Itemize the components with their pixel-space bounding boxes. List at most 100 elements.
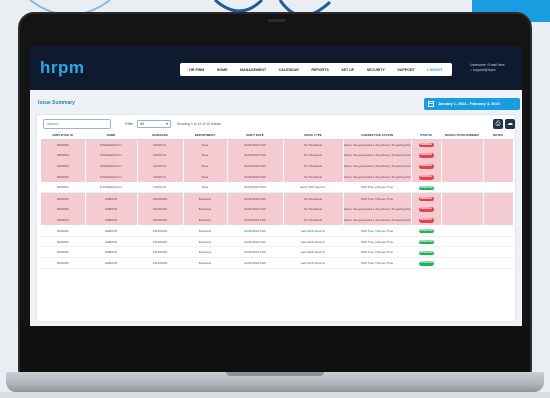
cell-manager: JOHNSON xyxy=(137,192,184,204)
table-row[interactable]: 0000000 FITZGERALD H. DAVIS M. Floor 01/01/2… xyxy=(41,171,514,183)
cell-corrective-action: Admin has generated a Timesheet | Timesh… xyxy=(343,214,412,226)
col-status[interactable]: STATUS xyxy=(411,132,442,140)
col-employee-id[interactable]: EMPLOYEE ID xyxy=(41,132,86,140)
status-badge[interactable]: PENDING xyxy=(418,142,434,148)
nav-calendar[interactable]: CALENDAR xyxy=(279,68,299,72)
nav-setup[interactable]: SET UP xyxy=(341,68,354,72)
status-badge[interactable]: PENDING xyxy=(418,164,434,169)
surface xyxy=(0,392,550,398)
main-content: Issue Summary January 1, 2024 - February… xyxy=(30,90,522,326)
issue-table: EMPLOYEE ID NAME MANAGER DEPARTMENT SHIF… xyxy=(41,132,514,270)
status-badge[interactable]: PENDING xyxy=(418,218,434,223)
app-logo[interactable]: hrpm xyxy=(40,58,85,78)
col-issue-type[interactable]: ISSUE TYPE xyxy=(283,132,344,140)
table-row[interactable]: 0000000 FITZGERALD H. DAVIS M. Floor 01/01/2… xyxy=(41,182,514,194)
status-badge[interactable]: PENDING xyxy=(418,175,434,180)
cell-corrective-action: Shift Time | Payout Time xyxy=(343,192,412,204)
cell-notes xyxy=(483,203,514,215)
table-row[interactable]: 0000000 LEBRON JOHNSON Business 01/01/2024 8… xyxy=(41,236,514,248)
cell-resolution-number xyxy=(441,139,484,150)
cell-manager: JOHNSON xyxy=(137,203,184,215)
cell-issue-type: No Timesheet xyxy=(283,192,344,204)
table-row[interactable]: 0000000 FITZGERALD H. DAVIS M. Floor 01/01/2… xyxy=(41,139,514,150)
cell-department: Business xyxy=(183,192,228,204)
nav-hr-firm[interactable]: HR FIRM xyxy=(189,68,204,72)
cell-corrective-action: Shift Time | Payout Time xyxy=(343,236,412,248)
filter-select[interactable]: All ▾ xyxy=(137,120,171,128)
cell-resolution-number xyxy=(441,236,484,248)
cell-notes xyxy=(483,171,514,183)
screen-bezel xyxy=(20,326,530,372)
date-range-button[interactable]: January 1, 2024 - February 3, 2024 xyxy=(424,98,520,110)
cell-shift-date: 01/01/2024 8:00 xyxy=(227,139,284,150)
cell-status: APPROVED xyxy=(411,257,442,270)
table-row[interactable]: 0000000 LEBRON JOHNSON Business 01/01/2024 8… xyxy=(41,257,514,270)
cell-name: LEBRON xyxy=(85,257,138,270)
cell-corrective-action: Admin has generated a Timesheet | Timesh… xyxy=(343,149,412,161)
cell-corrective-action: Shift Time | Payout Time xyxy=(343,246,412,259)
col-notes[interactable]: NOTES xyxy=(483,132,514,140)
table-row[interactable]: 0000000 LEBRON JOHNSON Business 01/01/2024 8… xyxy=(41,203,514,215)
status-badge[interactable]: APPROVED xyxy=(418,250,434,256)
cell-status: PENDING xyxy=(411,171,442,183)
cell-resolution-number xyxy=(441,203,484,215)
cell-department: Business xyxy=(183,214,228,226)
nav-home[interactable]: HOME xyxy=(217,68,228,72)
cell-employee-id: 0000000 xyxy=(41,225,86,237)
status-badge[interactable]: PENDING xyxy=(418,153,434,158)
table-row[interactable]: 0000000 FITZGERALD H. DAVIS M. Floor 01/01/2… xyxy=(41,149,514,161)
col-name[interactable]: NAME xyxy=(85,132,138,140)
cell-notes xyxy=(483,246,514,259)
cell-employee-id: 0000000 xyxy=(41,214,86,226)
cell-resolution-number xyxy=(441,214,484,226)
search-input[interactable] xyxy=(43,119,111,129)
status-badge[interactable]: APPROVED xyxy=(418,228,434,234)
cell-issue-type: No Timesheet xyxy=(283,214,344,226)
col-department[interactable]: DEPARTMENT xyxy=(183,132,228,140)
cell-name: FITZGERALD H. xyxy=(85,149,138,161)
nav-security[interactable]: SECURITY xyxy=(367,68,385,72)
cell-resolution-number xyxy=(441,171,484,183)
cell-notes xyxy=(483,214,514,226)
cell-shift-date: 01/01/2024 8:00 xyxy=(227,214,284,226)
entries-info: Showing 1 to 12 of 12 entries xyxy=(177,122,221,126)
table-row[interactable]: 0000000 FITZGERALD H. DAVIS M. Floor 01/01/2… xyxy=(41,160,514,172)
cell-status: PENDING xyxy=(411,192,442,204)
status-badge[interactable]: APPROVED xyxy=(418,239,434,245)
nav-management[interactable]: MANAGEMENT xyxy=(240,68,266,72)
cell-issue-type: Late Shift Clock In xyxy=(283,225,344,237)
cell-manager: JOHNSON xyxy=(137,225,184,237)
app-header: hrpm HR FIRM HOME MANAGEMENT CALENDAR RE… xyxy=(30,46,522,90)
table-row[interactable]: 0000000 LEBRON JOHNSON Business 01/01/2024 8… xyxy=(41,225,514,237)
cell-corrective-action: Shift Time | Payout Time xyxy=(343,182,412,194)
cell-department: Business xyxy=(183,236,228,248)
cell-issue-type: No Timesheet xyxy=(283,139,344,150)
nav-support[interactable]: SUPPORT xyxy=(397,68,414,72)
nav-reports[interactable]: REPORTS xyxy=(311,68,328,72)
cell-name: FITZGERALD H. xyxy=(85,160,138,172)
cell-notes xyxy=(483,182,514,194)
status-badge[interactable]: PENDING xyxy=(418,196,434,202)
table-row[interactable]: 0000000 LEBRON JOHNSON Business 01/01/2024 8… xyxy=(41,192,514,204)
col-shift-date[interactable]: SHIFT DATE xyxy=(227,132,284,140)
status-badge[interactable]: APPROVED xyxy=(418,261,434,266)
cell-status: PENDING xyxy=(411,203,442,215)
cell-notes xyxy=(483,139,514,150)
cell-status: PENDING xyxy=(411,139,442,150)
cell-employee-id: 0000000 xyxy=(41,171,86,183)
status-badge[interactable]: APPROVED xyxy=(418,185,434,191)
cell-shift-date: 01/01/2024 8:00 xyxy=(227,236,284,248)
user-info[interactable]: Username / Email here ⌂ support@hrpm xyxy=(470,63,518,73)
col-corrective-action[interactable]: CORRECTIVE ACTION xyxy=(343,132,412,140)
table-row[interactable]: 0000000 LEBRON JOHNSON Business 01/01/2024 8… xyxy=(41,246,514,259)
cell-name: LEBRON xyxy=(85,225,138,237)
table-row[interactable]: 0000000 LEBRON JOHNSON Business 01/01/2024 8… xyxy=(41,214,514,226)
nav-logout[interactable]: LOGOUT xyxy=(427,68,442,72)
webcam xyxy=(268,19,286,22)
col-manager[interactable]: MANAGER xyxy=(137,132,184,140)
col-resolution-number[interactable]: RESOLUTION NUMBER xyxy=(441,132,484,140)
export-icon[interactable]: ☁ xyxy=(505,119,515,129)
filter-label: Filter: xyxy=(125,122,134,126)
print-icon[interactable]: ⎙ xyxy=(493,119,503,129)
status-badge[interactable]: PENDING xyxy=(418,207,434,212)
